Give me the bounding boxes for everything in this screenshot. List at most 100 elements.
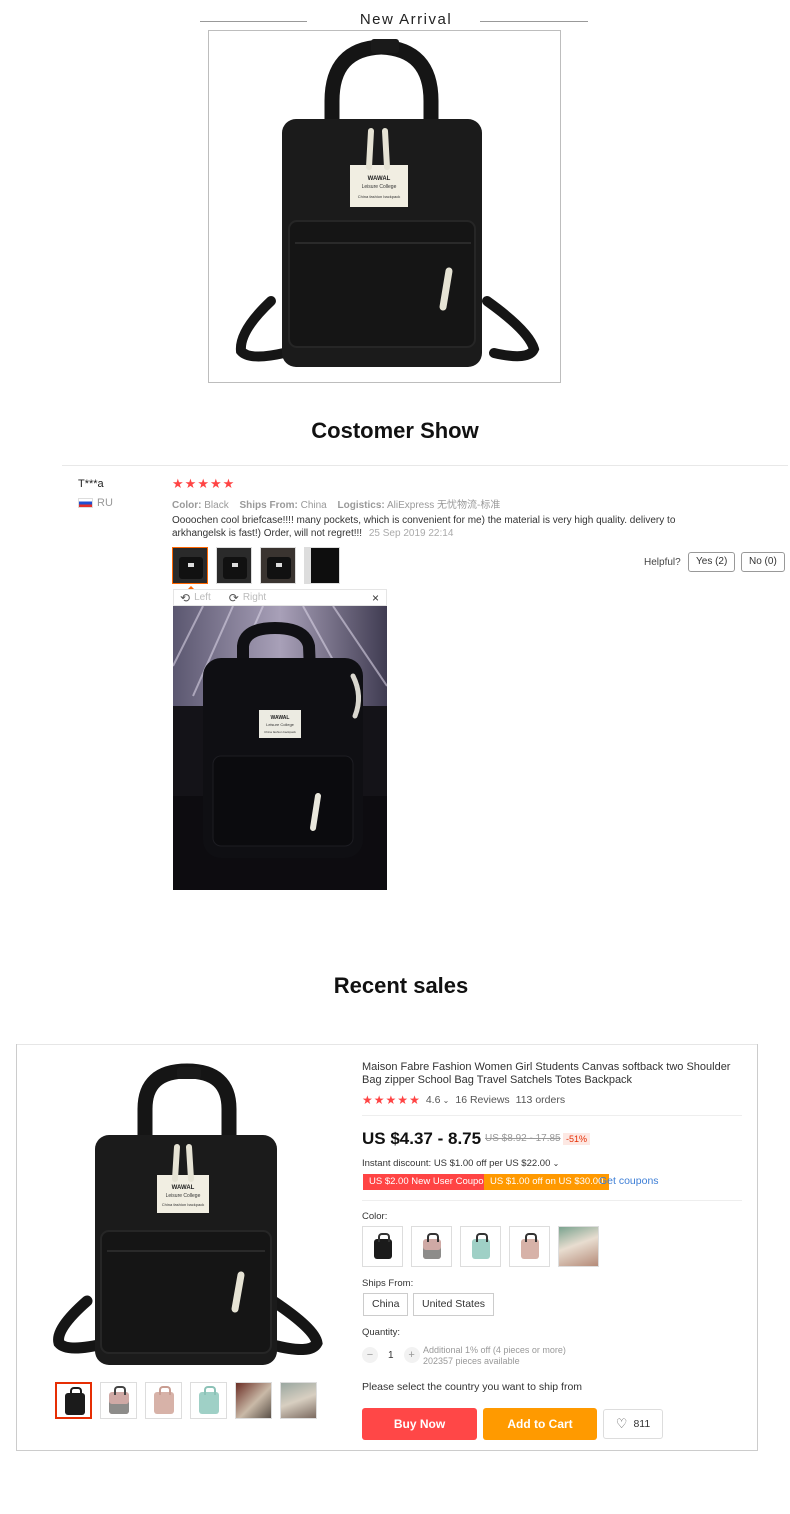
review-divider: [62, 465, 788, 466]
star-icon: ★: [373, 1093, 385, 1107]
product-title[interactable]: Maison Fabre Fashion Women Girl Students…: [362, 1061, 742, 1086]
star-icon: ★: [184, 476, 197, 491]
divider: [362, 1115, 742, 1116]
svg-text:Leisure College: Leisure College: [362, 184, 397, 190]
review-meta: Color: Black Ships From: China Logistics…: [172, 496, 500, 511]
color-options: [362, 1226, 599, 1267]
star-icon: ★: [362, 1093, 373, 1107]
quantity-stepper: − 1 +: [362, 1347, 420, 1363]
product-gallery: [55, 1382, 317, 1419]
star-icon: ★: [385, 1093, 397, 1107]
close-icon[interactable]: ×: [372, 591, 379, 605]
rotate-right-label[interactable]: Right: [243, 592, 266, 603]
backpack-image: WAWAL Leisure College China fashion back…: [235, 39, 540, 367]
title-rule-left: [200, 21, 307, 22]
ships-from-label: Ships From:: [239, 500, 298, 511]
quantity-note: Additional 1% off (4 pieces or more) 202…: [423, 1345, 566, 1366]
review-rating: ★ ★ ★ ★ ★: [172, 476, 234, 492]
new-arrival-image[interactable]: WAWAL Leisure College China fashion back…: [208, 30, 561, 383]
instant-discount[interactable]: Instant discount: US $1.00 off per US $2…: [362, 1158, 559, 1169]
ships-from-value: China: [300, 500, 327, 511]
customer-show-title: Costomer Show: [311, 418, 479, 443]
svg-text:China fashion backpack: China fashion backpack: [358, 194, 400, 199]
star-icon: ★: [172, 476, 184, 491]
new-user-coupon[interactable]: US $2.00 New User Coupon: [363, 1174, 495, 1190]
reviews-count[interactable]: 16 Reviews: [455, 1094, 509, 1106]
review-photo-thumb[interactable]: [172, 547, 208, 584]
review-text: Oooochen cool briefcase!!!! many pockets…: [172, 514, 732, 540]
stock-available: 202357 pieces available: [423, 1355, 520, 1366]
quantity-value[interactable]: 1: [388, 1350, 394, 1361]
gallery-thumb-photo-red[interactable]: [235, 1382, 272, 1419]
new-arrival-title: New Arrival: [359, 11, 453, 28]
ships-from-united-states[interactable]: United States: [413, 1293, 495, 1316]
logistics-value: AliExpress 无忧物流-标准: [386, 500, 501, 511]
reviewer-name: T***a: [78, 478, 104, 490]
original-price: US $8.92 - 17.85: [485, 1133, 561, 1144]
divider: [362, 1200, 742, 1201]
ships-from-label: Ships From:: [362, 1278, 414, 1289]
color-label: Color:: [362, 1211, 388, 1222]
star-icon: ★: [222, 476, 235, 491]
helpful-label: Helpful?: [644, 557, 681, 568]
minus-icon[interactable]: −: [362, 1347, 378, 1363]
ship-country-message: Please select the country you want to sh…: [362, 1381, 583, 1393]
svg-text:Leisure College: Leisure College: [266, 722, 295, 727]
reviewer-country: RU: [78, 497, 113, 509]
rating-stars: ★ ★ ★ ★ ★: [362, 1093, 420, 1107]
review-photo-thumbnails: [172, 547, 340, 584]
star-icon: ★: [397, 1093, 409, 1107]
wishlist-button[interactable]: ♡ 811: [603, 1409, 663, 1439]
gallery-thumb-mint[interactable]: [190, 1382, 227, 1419]
country-code: RU: [97, 497, 113, 509]
gallery-thumb-photo-model[interactable]: [280, 1382, 317, 1419]
review-photo-large: WAWAL Leisure College China fashion back…: [173, 606, 387, 890]
svg-text:China fashion backpack: China fashion backpack: [162, 1202, 204, 1207]
color-swatch-black[interactable]: [362, 1226, 403, 1267]
quantity-label: Quantity:: [362, 1327, 401, 1338]
gallery-thumb-grey-pink[interactable]: [100, 1382, 137, 1419]
helpful-no-button[interactable]: No (0): [741, 552, 785, 572]
backpack-main-image: WAWAL Leisure College China fashion back…: [53, 1063, 323, 1365]
get-coupons-link[interactable]: Get coupons: [599, 1175, 659, 1187]
color-swatch-mint[interactable]: [460, 1226, 501, 1267]
gallery-thumb-black[interactable]: [55, 1382, 92, 1419]
color-swatch-grey-pink[interactable]: [411, 1226, 452, 1267]
color-label: Color:: [172, 500, 202, 511]
buy-now-button[interactable]: Buy Now: [362, 1408, 477, 1440]
review-photo-thumb[interactable]: [216, 547, 252, 584]
svg-text:China fashion backpack: China fashion backpack: [264, 730, 296, 734]
recent-sales-title: Recent sales: [333, 973, 469, 998]
rotate-left-icon[interactable]: ⟲: [180, 591, 190, 605]
plus-icon[interactable]: +: [403, 1347, 420, 1363]
rating-value[interactable]: 4.6 ⌄: [426, 1094, 450, 1106]
customer-backpack-photo: WAWAL Leisure College China fashion back…: [173, 606, 387, 890]
ships-from-china[interactable]: China: [363, 1293, 409, 1316]
discount-badge: -51%: [563, 1133, 591, 1145]
star-icon: ★: [409, 1093, 420, 1107]
store-coupon[interactable]: US $1.00 off on US $30.00: [484, 1174, 610, 1190]
wishlist-count: 811: [633, 1418, 651, 1430]
product-price: US $4.37 - 8.75: [362, 1129, 482, 1148]
add-to-cart-button[interactable]: Add to Cart: [483, 1408, 597, 1440]
rotate-left-label[interactable]: Left: [194, 592, 211, 603]
russia-flag-icon: [78, 498, 93, 508]
svg-text:WAWAL: WAWAL: [172, 1185, 195, 1191]
review-date: 25 Sep 2019 22:14: [368, 528, 454, 539]
photo-viewer-toolbar: ⟲ Left ⟳ Right ×: [173, 589, 387, 606]
review-photo-thumb[interactable]: [304, 547, 340, 584]
review-photo-thumb[interactable]: [260, 547, 296, 584]
orders-count: 113 orders: [515, 1094, 566, 1106]
product-rating: ★ ★ ★ ★ ★ 4.6 ⌄ 16 Reviews 113 orders: [362, 1093, 565, 1107]
color-swatch-pink[interactable]: [509, 1226, 550, 1267]
helpful-yes-button[interactable]: Yes (2): [688, 552, 736, 572]
product-main-image[interactable]: WAWAL Leisure College China fashion back…: [45, 1061, 335, 1371]
heart-icon: ♡: [615, 1416, 628, 1431]
rotate-right-icon[interactable]: ⟳: [229, 591, 239, 605]
gallery-thumb-pink[interactable]: [145, 1382, 182, 1419]
svg-text:WAWAL: WAWAL: [271, 715, 290, 721]
color-swatch-photo[interactable]: [558, 1226, 599, 1267]
svg-text:WAWAL: WAWAL: [368, 176, 391, 182]
star-icon: ★: [209, 476, 222, 491]
chevron-down-icon: ⌄: [550, 1159, 560, 1168]
